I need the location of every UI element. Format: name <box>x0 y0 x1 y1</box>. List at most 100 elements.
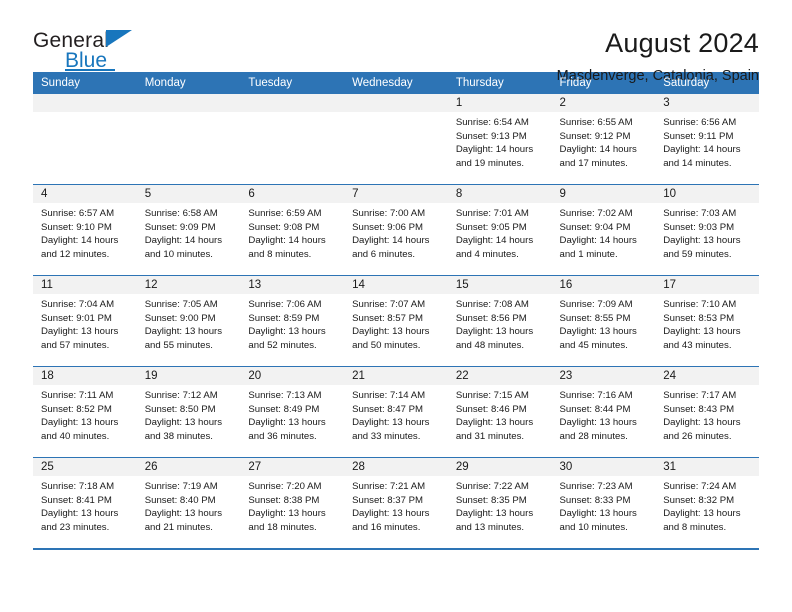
sunset-text: Sunset: 8:38 PM <box>248 494 320 506</box>
calendar-day-cell[interactable]: 5 Sunrise: 6:58 AM Sunset: 9:09 PM Daylight… <box>136 184 241 276</box>
sunset-text: Sunset: 8:43 PM <box>663 403 735 415</box>
calendar-day-cell[interactable]: 21 Sunrise: 7:14 AM Sunset: 8:47 PM Dayligh… <box>344 366 448 458</box>
daylight-text: Daylight: 13 hours <box>248 326 326 338</box>
sunrise-text: Sunrise: 7:06 AM <box>248 299 322 310</box>
daylight-text: and 55 minutes. <box>144 339 213 351</box>
general-blue-logo[interactable]: General Blue <box>33 28 203 71</box>
calendar-page: General Blue August 2024 Masdenverge, Ca… <box>0 0 792 612</box>
calendar-day-cell[interactable]: 18 Sunrise: 7:11 AM Sunset: 8:52 PM Dayligh… <box>33 366 137 458</box>
day-number: 13 <box>240 276 345 294</box>
calendar-day-cell-empty <box>136 94 241 185</box>
day-number: 11 <box>33 276 137 294</box>
calendar-day-cell[interactable]: 29 Sunrise: 7:22 AM Sunset: 8:35 PM Dayligh… <box>447 457 552 548</box>
day-number: 7 <box>344 185 448 203</box>
calendar-week-row: 1 Sunrise: 6:54 AM Sunset: 9:13 PM Daylight… <box>33 94 759 185</box>
sunrise-text: Sunrise: 7:21 AM <box>352 481 426 492</box>
day-number: 18 <box>33 367 137 385</box>
calendar-day-cell[interactable]: 25 Sunrise: 7:18 AM Sunset: 8:41 PM Dayligh… <box>33 457 137 548</box>
daylight-text: Daylight: 13 hours <box>144 326 223 338</box>
calendar-day-cell[interactable]: 9 Sunrise: 7:02 AM Sunset: 9:04 PM Daylight… <box>551 184 656 276</box>
daylight-text: Daylight: 13 hours <box>455 508 534 520</box>
daylight-text: and 18 minutes. <box>248 521 317 533</box>
daylight-text: Daylight: 14 hours <box>248 235 326 247</box>
calendar-day-cell[interactable]: 10 Sunrise: 7:03 AM Sunset: 9:03 PM Dayligh… <box>655 184 759 276</box>
day-number: 17 <box>655 276 759 294</box>
sunrise-text: Sunrise: 7:14 AM <box>352 390 426 401</box>
daylight-text: and 16 minutes. <box>352 521 421 533</box>
daylight-text: Daylight: 13 hours <box>559 508 637 520</box>
calendar-day-cell[interactable]: 1 Sunrise: 6:54 AM Sunset: 9:13 PM Daylight… <box>447 94 552 185</box>
day-sun-info: Sunrise: 7:15 AM Sunset: 8:46 PM Daylight:… <box>448 385 552 443</box>
daylight-text: and 12 minutes. <box>41 248 110 260</box>
daylight-text: and 45 minutes. <box>559 339 628 351</box>
calendar-day-cell[interactable]: 4 Sunrise: 6:57 AM Sunset: 9:10 PM Daylight… <box>33 184 137 276</box>
day-number: 24 <box>655 367 759 385</box>
logo-triangle-icon <box>106 30 132 47</box>
calendar-day-cell[interactable]: 15 Sunrise: 7:08 AM Sunset: 8:56 PM Dayligh… <box>447 275 552 367</box>
sunrise-text: Sunrise: 6:54 AM <box>455 117 529 128</box>
daylight-text: and 19 minutes. <box>455 157 525 169</box>
sunset-text: Sunset: 8:52 PM <box>41 403 112 415</box>
calendar-day-cell[interactable]: 31 Sunrise: 7:24 AM Sunset: 8:32 PM Dayligh… <box>655 457 759 548</box>
calendar-day-cell[interactable]: 22 Sunrise: 7:15 AM Sunset: 8:46 PM Dayligh… <box>447 366 552 458</box>
day-number: 28 <box>344 458 448 476</box>
calendar-day-cell[interactable]: 17 Sunrise: 7:10 AM Sunset: 8:53 PM Dayligh… <box>655 275 759 367</box>
daylight-text: and 36 minutes. <box>248 430 317 442</box>
calendar-day-cell[interactable]: 6 Sunrise: 6:59 AM Sunset: 9:08 PM Daylight… <box>240 184 345 276</box>
calendar-day-cell[interactable]: 11 Sunrise: 7:04 AM Sunset: 9:01 PM Dayligh… <box>33 275 137 367</box>
daylight-text: and 33 minutes. <box>352 430 421 442</box>
calendar-day-cell[interactable]: 7 Sunrise: 7:00 AM Sunset: 9:06 PM Daylight… <box>344 184 448 276</box>
day-sun-info: Sunrise: 7:19 AM Sunset: 8:40 PM Daylight:… <box>137 476 241 534</box>
daylight-text: Daylight: 14 hours <box>455 144 534 156</box>
calendar-day-cell[interactable]: 3 Sunrise: 6:56 AM Sunset: 9:11 PM Daylight… <box>655 94 759 185</box>
logo-underline <box>65 69 115 71</box>
day-sun-info: Sunrise: 7:17 AM Sunset: 8:43 PM Daylight:… <box>655 385 759 443</box>
day-number: 31 <box>655 458 759 476</box>
sunset-text: Sunset: 9:13 PM <box>455 130 527 142</box>
sunrise-text: Sunrise: 6:56 AM <box>663 117 737 128</box>
sunrise-text: Sunrise: 6:55 AM <box>559 117 633 128</box>
sunrise-text: Sunrise: 7:20 AM <box>248 481 322 492</box>
daylight-text: Daylight: 13 hours <box>144 508 223 520</box>
day-sun-info: Sunrise: 7:03 AM Sunset: 9:03 PM Daylight:… <box>655 203 759 261</box>
calendar-day-cell[interactable]: 26 Sunrise: 7:19 AM Sunset: 8:40 PM Dayligh… <box>136 457 241 548</box>
calendar-day-cell[interactable]: 13 Sunrise: 7:06 AM Sunset: 8:59 PM Dayligh… <box>240 275 345 367</box>
daylight-text: and 40 minutes. <box>41 430 110 442</box>
calendar-day-cell[interactable]: 27 Sunrise: 7:20 AM Sunset: 8:38 PM Dayligh… <box>240 457 345 548</box>
calendar-day-cell[interactable]: 30 Sunrise: 7:23 AM Sunset: 8:33 PM Dayligh… <box>551 457 656 548</box>
calendar-day-cell[interactable]: 8 Sunrise: 7:01 AM Sunset: 9:05 PM Daylight… <box>447 184 552 276</box>
sunrise-text: Sunrise: 7:10 AM <box>663 299 737 310</box>
calendar-day-cell[interactable]: 16 Sunrise: 7:09 AM Sunset: 8:55 PM Dayligh… <box>551 275 656 367</box>
sunset-text: Sunset: 8:47 PM <box>352 403 424 415</box>
calendar-day-cell[interactable]: 14 Sunrise: 7:07 AM Sunset: 8:57 PM Dayligh… <box>344 275 448 367</box>
sunset-text: Sunset: 8:49 PM <box>248 403 320 415</box>
calendar-body: 1 Sunrise: 6:54 AM Sunset: 9:13 PM Daylight… <box>33 94 759 548</box>
day-sun-info: Sunrise: 6:56 AM Sunset: 9:11 PM Daylight:… <box>655 112 759 170</box>
daylight-text: Daylight: 14 hours <box>144 235 223 247</box>
calendar-day-cell[interactable]: 24 Sunrise: 7:17 AM Sunset: 8:43 PM Dayligh… <box>655 366 759 458</box>
daylight-text: and 1 minute. <box>559 248 618 260</box>
calendar-day-cell[interactable]: 20 Sunrise: 7:13 AM Sunset: 8:49 PM Dayligh… <box>240 366 345 458</box>
day-sun-info: Sunrise: 7:08 AM Sunset: 8:56 PM Daylight:… <box>448 294 552 352</box>
calendar-day-cell[interactable]: 19 Sunrise: 7:12 AM Sunset: 8:50 PM Dayligh… <box>136 366 241 458</box>
day-number <box>240 94 345 112</box>
sunrise-text: Sunrise: 7:13 AM <box>248 390 322 401</box>
calendar-day-cell[interactable]: 2 Sunrise: 6:55 AM Sunset: 9:12 PM Daylight… <box>551 94 656 185</box>
day-number: 26 <box>136 458 241 476</box>
day-number: 16 <box>551 276 656 294</box>
daylight-text: Daylight: 13 hours <box>455 326 534 338</box>
daylight-text: and 10 minutes. <box>144 248 213 260</box>
sunset-text: Sunset: 9:04 PM <box>559 221 631 233</box>
day-number: 10 <box>655 185 759 203</box>
sunset-text: Sunset: 9:09 PM <box>144 221 216 233</box>
day-number: 3 <box>655 94 759 112</box>
calendar-day-cell[interactable]: 23 Sunrise: 7:16 AM Sunset: 8:44 PM Dayligh… <box>551 366 656 458</box>
sunset-text: Sunset: 8:44 PM <box>559 403 631 415</box>
calendar-day-cell[interactable]: 28 Sunrise: 7:21 AM Sunset: 8:37 PM Dayligh… <box>344 457 448 548</box>
weekday-header-monday: Monday <box>136 72 241 94</box>
day-sun-info: Sunrise: 6:54 AM Sunset: 9:13 PM Daylight:… <box>448 112 552 170</box>
calendar-day-cell[interactable]: 12 Sunrise: 7:05 AM Sunset: 9:00 PM Dayligh… <box>136 275 241 367</box>
daylight-text: and 14 minutes. <box>663 157 732 169</box>
day-number <box>344 94 448 112</box>
sunrise-text: Sunrise: 7:03 AM <box>663 208 737 219</box>
